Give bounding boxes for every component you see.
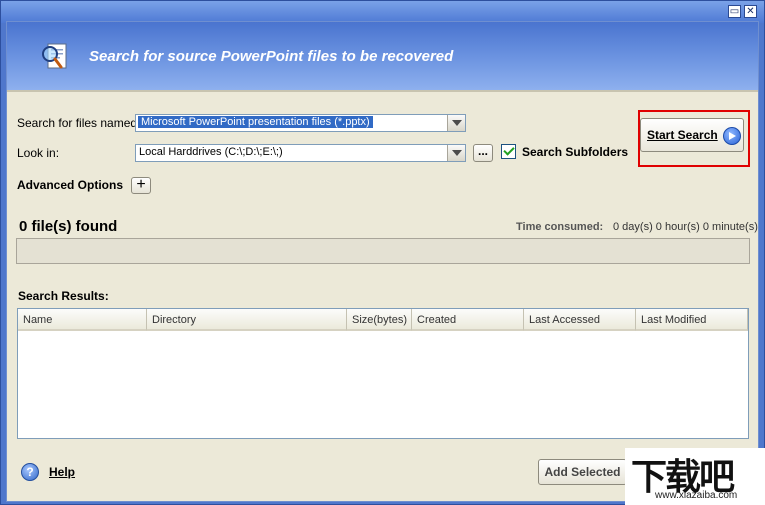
help-icon[interactable]: ? [21, 463, 39, 481]
files-named-label: Search for files named: [17, 116, 141, 130]
column-header-directory[interactable]: Directory [147, 309, 347, 331]
header-banner: Search for source PowerPoint files to be… [7, 22, 758, 92]
arrow-right-circle-icon [723, 127, 741, 145]
advanced-options-expand-button[interactable]: + [131, 177, 151, 194]
start-search-label: Start Search [647, 128, 718, 142]
search-progress-bar [16, 238, 750, 264]
search-subfolders-label[interactable]: Search Subfolders [522, 145, 628, 159]
advanced-options-label: Advanced Options [17, 178, 124, 192]
chevron-down-icon[interactable] [447, 145, 465, 161]
look-in-dropdown[interactable]: Local Harddrives (C:\;D:\;E:\;) [135, 144, 466, 162]
add-selected-button[interactable]: Add Selected [538, 459, 627, 485]
close-button[interactable]: ✕ [744, 5, 757, 18]
column-header-last-modified[interactable]: Last Modified [636, 309, 748, 331]
files-found-count: 0 file(s) found [19, 218, 118, 235]
look-in-label: Look in: [17, 146, 60, 160]
file-type-value: Microsoft PowerPoint presentation files … [138, 116, 373, 128]
time-consumed-value: 0 day(s) 0 hour(s) 0 minute(s) [613, 221, 758, 233]
main-panel: Search for source PowerPoint files to be… [6, 21, 759, 502]
search-document-icon [42, 43, 67, 69]
title-bar[interactable]: ▭ ✕ [1, 1, 764, 23]
column-header-created[interactable]: Created [412, 309, 524, 331]
file-type-dropdown[interactable]: Microsoft PowerPoint presentation files … [135, 114, 466, 132]
results-table-header: Name Directory Size(bytes) Created Last … [18, 309, 748, 331]
results-table[interactable]: Name Directory Size(bytes) Created Last … [17, 308, 749, 439]
application-window: ▭ ✕ Search for source PowerPoint files t… [0, 0, 765, 505]
column-header-name[interactable]: Name [18, 309, 147, 331]
column-header-last-accessed[interactable]: Last Accessed [524, 309, 636, 331]
chevron-down-icon[interactable] [447, 115, 465, 131]
minimize-button[interactable]: ▭ [728, 5, 741, 18]
search-subfolders-checkbox[interactable] [501, 144, 516, 159]
look-in-value: Local Harddrives (C:\;D:\;E:\;) [139, 146, 283, 158]
watermark: 下载吧 www.xiazaiba.com [625, 448, 765, 505]
search-results-label: Search Results: [18, 289, 109, 303]
watermark-url: www.xiazaiba.com [655, 490, 738, 501]
browse-button[interactable]: ... [473, 144, 493, 162]
start-search-button[interactable]: Start Search [640, 118, 744, 152]
help-link[interactable]: Help [49, 465, 75, 479]
time-consumed-label: Time consumed: [516, 221, 604, 233]
banner-title: Search for source PowerPoint files to be… [89, 48, 454, 65]
column-header-size[interactable]: Size(bytes) [347, 309, 412, 331]
